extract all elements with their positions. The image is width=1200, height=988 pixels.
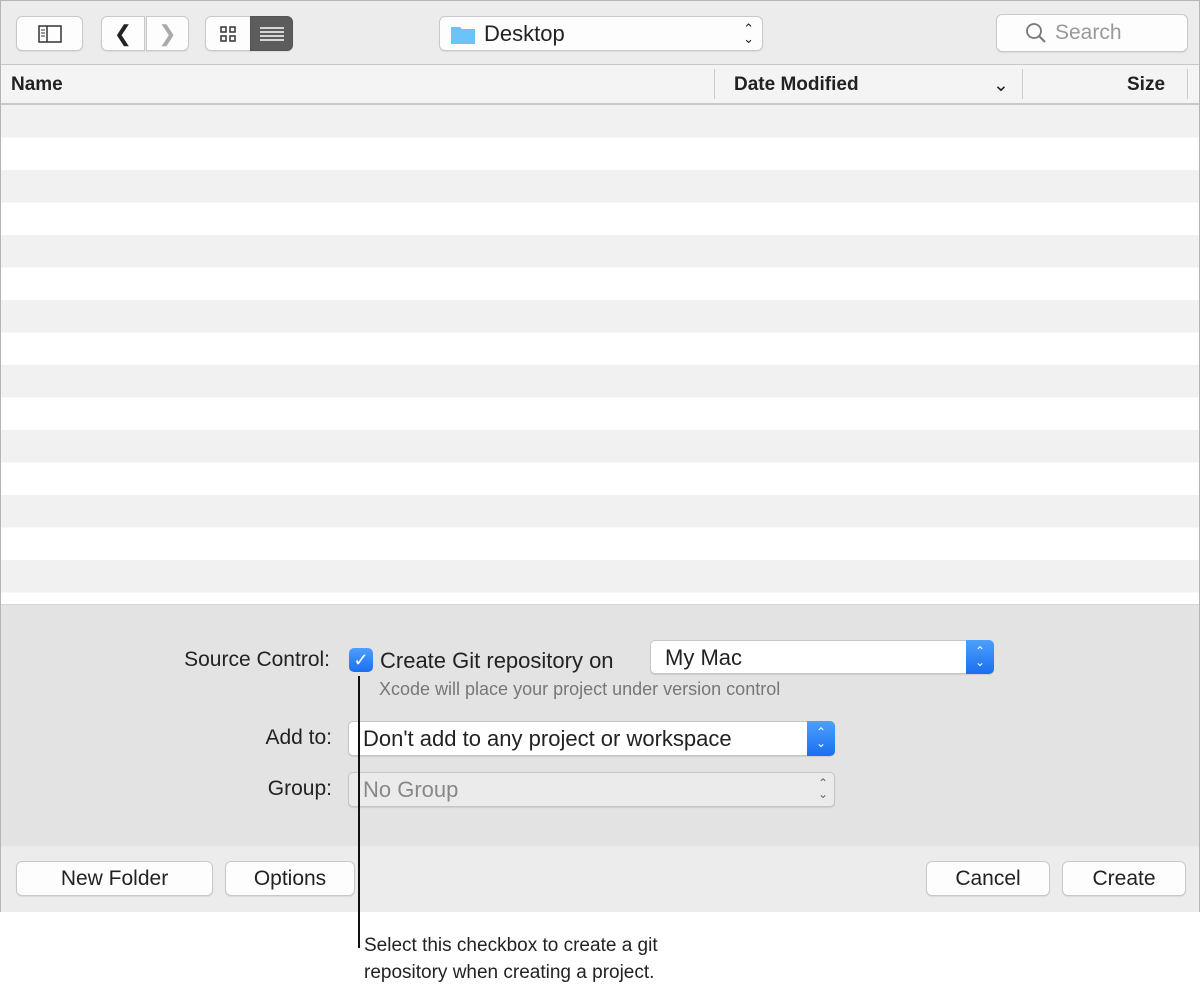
search-icon xyxy=(1026,23,1046,43)
column-name[interactable]: Name xyxy=(11,74,63,96)
list-icon xyxy=(259,26,284,41)
callout-line-2: repository when creating a project. xyxy=(364,962,655,983)
git-hint: Xcode will place your project under vers… xyxy=(379,679,781,699)
chevron-right-icon: ❯ xyxy=(158,20,177,46)
options-button[interactable]: Options xyxy=(225,861,355,896)
chevron-left-icon: ❮ xyxy=(113,20,133,46)
group-label: Group: xyxy=(267,777,332,800)
git-checkbox[interactable]: ✓ xyxy=(349,648,373,672)
options-label: Options xyxy=(253,866,327,890)
column-header: Name Date Modified ⌄ Size xyxy=(1,65,1199,105)
git-location-value: My Mac xyxy=(665,645,742,670)
toolbar: ❮ ❯ Desktop ⌃ ⌄ Search xyxy=(1,1,1199,65)
updown-chevron-icon: ⌃ ⌄ xyxy=(743,20,754,46)
updown-chevron-icon: ⌃ ⌄ xyxy=(817,776,828,801)
add-to-value: Don't add to any project or workspace xyxy=(363,726,732,751)
new-folder-label: New Folder xyxy=(60,866,169,890)
add-to-popup[interactable]: Don't add to any project or workspace ⌃ ⌄ xyxy=(348,721,835,756)
new-folder-button[interactable]: New Folder xyxy=(16,861,213,896)
sidebar-icon xyxy=(37,24,62,43)
add-to-label: Add to: xyxy=(265,726,332,749)
options-panel: Source Control: ✓ Create Git repository … xyxy=(1,604,1199,846)
footer: New Folder Options Cancel Create xyxy=(1,846,1199,912)
updown-chevron-icon: ⌃ ⌄ xyxy=(966,640,994,674)
callout-line xyxy=(358,676,360,948)
group-popup: No Group ⌃ ⌄ xyxy=(348,772,835,807)
file-list[interactable] xyxy=(1,105,1199,604)
folder-icon xyxy=(451,26,475,44)
save-dialog: ❮ ❯ Desktop ⌃ ⌄ Search Name Date Modified… xyxy=(0,0,1200,912)
location-popup[interactable]: Desktop ⌃ ⌄ xyxy=(439,16,763,51)
grid-icon xyxy=(220,25,236,42)
source-control-label: Source Control: xyxy=(184,648,330,671)
cancel-label: Cancel xyxy=(955,866,1021,890)
group-value: No Group xyxy=(363,777,459,802)
updown-chevron-icon: ⌃ ⌄ xyxy=(807,721,835,756)
back-button[interactable]: ❮ xyxy=(101,16,145,51)
create-button[interactable]: Create xyxy=(1062,861,1186,896)
sidebar-toggle-button[interactable] xyxy=(16,16,83,51)
location-label: Desktop xyxy=(484,20,565,46)
list-view-button[interactable] xyxy=(250,16,293,51)
search-field[interactable]: Search xyxy=(996,14,1188,52)
checkmark-icon: ✓ xyxy=(353,650,369,670)
column-size[interactable]: Size xyxy=(1127,74,1165,96)
git-location-popup[interactable]: My Mac ⌃ ⌄ xyxy=(650,640,994,674)
column-date-modified[interactable]: Date Modified xyxy=(734,74,859,96)
search-placeholder: Search xyxy=(1055,21,1122,44)
forward-button[interactable]: ❯ xyxy=(146,16,189,51)
icon-view-button[interactable] xyxy=(205,16,251,51)
sort-chevron-icon: ⌄ xyxy=(993,75,1009,96)
git-checkbox-label[interactable]: Create Git repository on xyxy=(380,648,614,674)
create-label: Create xyxy=(1092,866,1156,890)
callout-text: Select this checkbox to create a git rep… xyxy=(364,932,658,986)
cancel-button[interactable]: Cancel xyxy=(926,861,1050,896)
callout-line-1: Select this checkbox to create a git xyxy=(364,935,658,956)
